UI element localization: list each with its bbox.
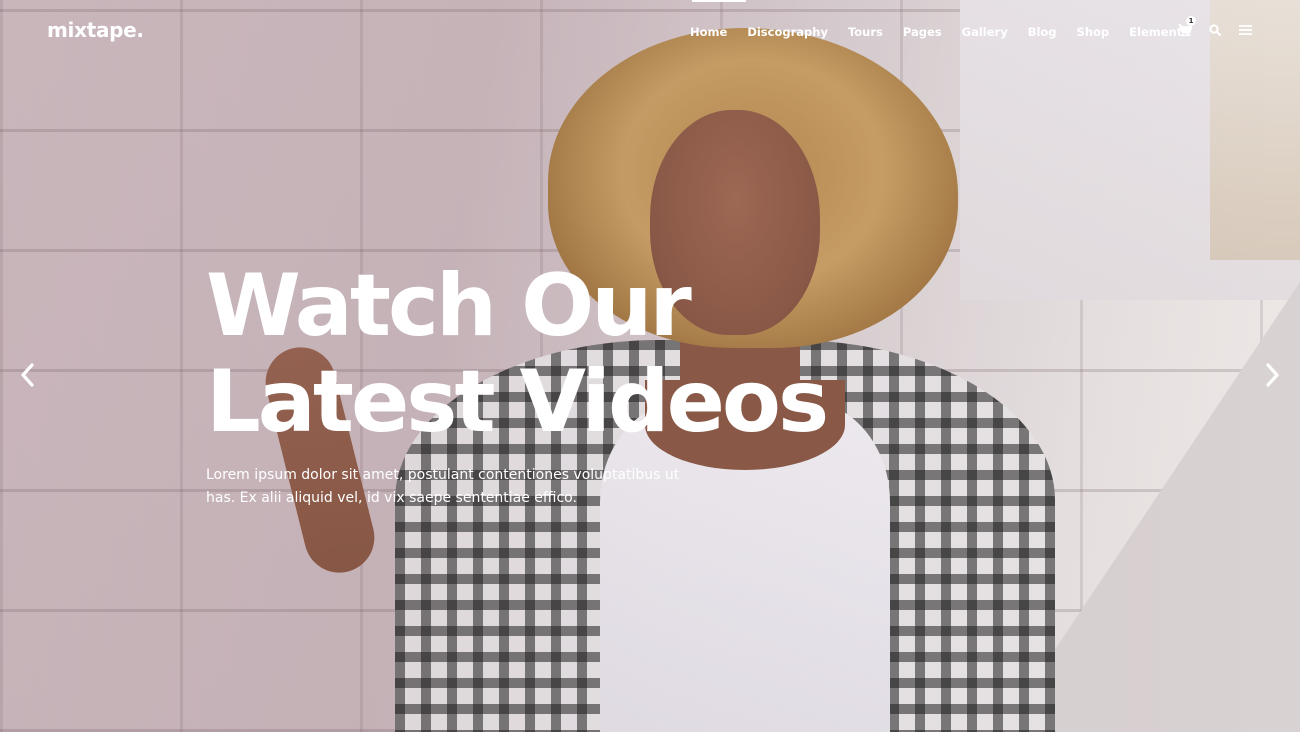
main-navigation: Home Discography Tours Pages Gallery Blo…: [690, 24, 1209, 40]
slider-prev-button[interactable]: [13, 360, 41, 390]
chevron-right-icon: [1266, 363, 1279, 387]
menu-button[interactable]: [1238, 22, 1252, 38]
slider-next-button[interactable]: [1259, 360, 1287, 390]
nav-item-gallery[interactable]: Gallery: [962, 24, 1008, 40]
hero-headline-line-1: Watch Our: [206, 256, 692, 356]
nav-active-indicator: [692, 0, 746, 2]
site-header: mixtape. Home Discography Tours Pages Ga…: [0, 0, 1300, 64]
nav-item-discography[interactable]: Discography: [747, 24, 828, 40]
cart-button[interactable]: 1: [1178, 16, 1196, 38]
header-icons: 1: [1178, 16, 1268, 38]
nav-item-pages[interactable]: Pages: [903, 24, 942, 40]
search-icon: [1209, 24, 1221, 36]
hero-slider: mixtape. Home Discography Tours Pages Ga…: [0, 0, 1300, 732]
hamburger-menu-icon: [1238, 25, 1252, 35]
hero-headline: Watch Our Latest Videos: [206, 256, 829, 452]
nav-item-tours[interactable]: Tours: [848, 24, 883, 40]
nav-item-blog[interactable]: Blog: [1028, 24, 1057, 40]
cart-count-badge: 1: [1186, 16, 1196, 26]
search-button[interactable]: [1208, 22, 1222, 38]
hero-headline-line-2: Latest Videos: [206, 352, 829, 452]
nav-item-shop[interactable]: Shop: [1077, 24, 1110, 40]
chevron-left-icon: [21, 363, 34, 387]
nav-item-home[interactable]: Home: [690, 24, 727, 40]
hero-subtext: Lorem ipsum dolor sit amet, postulant co…: [206, 467, 680, 506]
site-logo[interactable]: mixtape.: [47, 18, 144, 42]
